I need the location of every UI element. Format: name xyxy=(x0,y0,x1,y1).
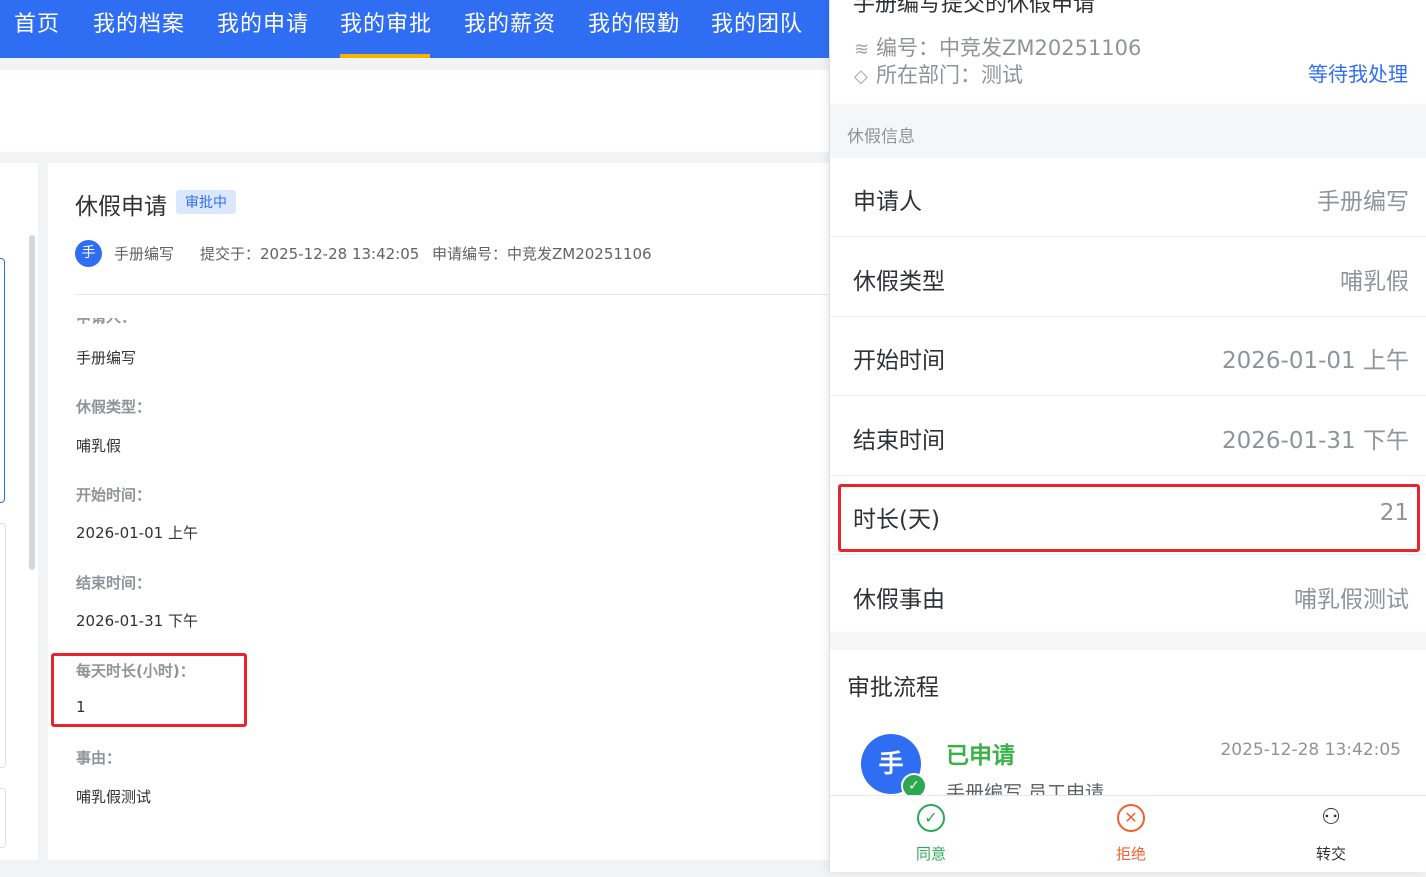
leave-detail: 休假申请 审批中 手 手册编写 提交于：2025-12-28 13:42:05 … xyxy=(48,163,830,860)
info-row-end-time: 结束时间 2026-01-31 下午 xyxy=(830,397,1426,476)
list-item[interactable] xyxy=(0,788,6,848)
flow-title: 审批流程 xyxy=(847,675,939,701)
panel-department: ◇ 所在部门：测试 xyxy=(854,63,1023,87)
panel-title: 手册编写提交的休假申请 xyxy=(853,0,1096,17)
info-row-reason: 休假事由 哺乳假测试 xyxy=(853,587,1409,613)
field-label-start-time: 开始时间： xyxy=(76,486,152,504)
highlight-box-duration xyxy=(838,484,1420,552)
info-row-start-time: 开始时间 2026-01-01 上午 xyxy=(830,317,1426,396)
check-circle-icon: ✓ xyxy=(917,804,945,832)
divider xyxy=(75,294,830,295)
approve-button[interactable]: ✓ 同意 xyxy=(891,804,971,864)
panel-header: 手册编写提交的休假申请 ≋ 编号：中竞发ZM20251106 ◇ 所在部门：测试 等… xyxy=(830,0,1426,104)
tab-my-approvals[interactable]: 我的审批 xyxy=(340,6,432,38)
list-scrollbar[interactable] xyxy=(29,235,35,570)
avatar: 手 xyxy=(75,240,102,267)
tab-my-salary[interactable]: 我的薪资 xyxy=(464,6,556,38)
flow-step-time: 2025-12-28 13:42:05 xyxy=(1220,740,1401,760)
field-value-start-time: 2026-01-01 上午 xyxy=(76,524,198,542)
approval-list xyxy=(0,163,38,860)
info-row-applicant: 申请人 手册编写 xyxy=(830,158,1426,237)
highlight-box-daily-hours xyxy=(51,653,247,727)
approval-side-panel: 手册编写提交的休假申请 ≋ 编号：中竞发ZM20251106 ◇ 所在部门：测试 等… xyxy=(829,0,1426,872)
info-row-leave-type: 休假类型 哺乳假 xyxy=(830,238,1426,317)
approval-flow: 审批流程 手 ✓ 已申请 2025-12-28 13:42:05 手册编写 员工… xyxy=(830,650,1426,804)
top-nav: 首页 我的档案 我的申请 我的审批 我的薪资 我的假勤 我的团队 xyxy=(0,0,830,58)
field-label-applicant: 申请人： xyxy=(76,318,136,326)
section-header-leave-info: 休假信息 xyxy=(847,127,915,147)
tab-my-team[interactable]: 我的团队 xyxy=(711,6,803,38)
applicant-name: 手册编写 xyxy=(114,245,175,263)
field-value-end-time: 2026-01-31 下午 xyxy=(76,612,198,630)
field-label-leave-type: 休假类型： xyxy=(76,398,152,416)
field-label-reason: 事由： xyxy=(76,749,122,767)
waiting-status: 等待我处理 xyxy=(1308,62,1408,86)
application-number: 申请编号：中竞发ZM20251106 xyxy=(432,245,652,263)
status-badge: 审批中 xyxy=(176,190,236,214)
tag-icon: ◇ xyxy=(854,66,868,87)
transfer-user-icon: ⚇ xyxy=(1321,805,1341,830)
tab-home[interactable]: 首页 xyxy=(14,6,60,38)
page-title: 休假申请 xyxy=(75,194,167,220)
field-value-applicant: 手册编写 xyxy=(76,349,137,367)
reject-button[interactable]: ✕ 拒绝 xyxy=(1091,804,1171,864)
tab-my-attendance[interactable]: 我的假勤 xyxy=(588,6,680,38)
filter-bar xyxy=(0,70,830,152)
flow-step-status: 已申请 xyxy=(946,743,1015,769)
active-tab-indicator xyxy=(340,54,430,58)
field-label-end-time: 结束时间： xyxy=(76,574,152,592)
field-value-reason: 哺乳假测试 xyxy=(76,788,152,806)
field-value-leave-type: 哺乳假 xyxy=(76,437,122,455)
submit-time: 提交于：2025-12-28 13:42:05 xyxy=(200,245,420,263)
tab-my-applications[interactable]: 我的申请 xyxy=(217,6,309,38)
tab-my-profile[interactable]: 我的档案 xyxy=(93,6,185,38)
layers-icon: ≋ xyxy=(854,39,870,60)
action-bar: ✓ 同意 ✕ 拒绝 ⚇ 转交 xyxy=(830,795,1426,872)
x-circle-icon: ✕ xyxy=(1117,804,1145,832)
list-item-selected[interactable] xyxy=(0,258,5,503)
leave-info-list: 申请人 手册编写 休假类型 哺乳假 开始时间 2026-01-01 上午 结束时间 20… xyxy=(830,158,1426,632)
panel-number: ≋ 编号：中竞发ZM20251106 xyxy=(854,36,1142,60)
list-item[interactable] xyxy=(0,523,6,768)
transfer-button[interactable]: ⚇ 转交 xyxy=(1291,804,1371,864)
